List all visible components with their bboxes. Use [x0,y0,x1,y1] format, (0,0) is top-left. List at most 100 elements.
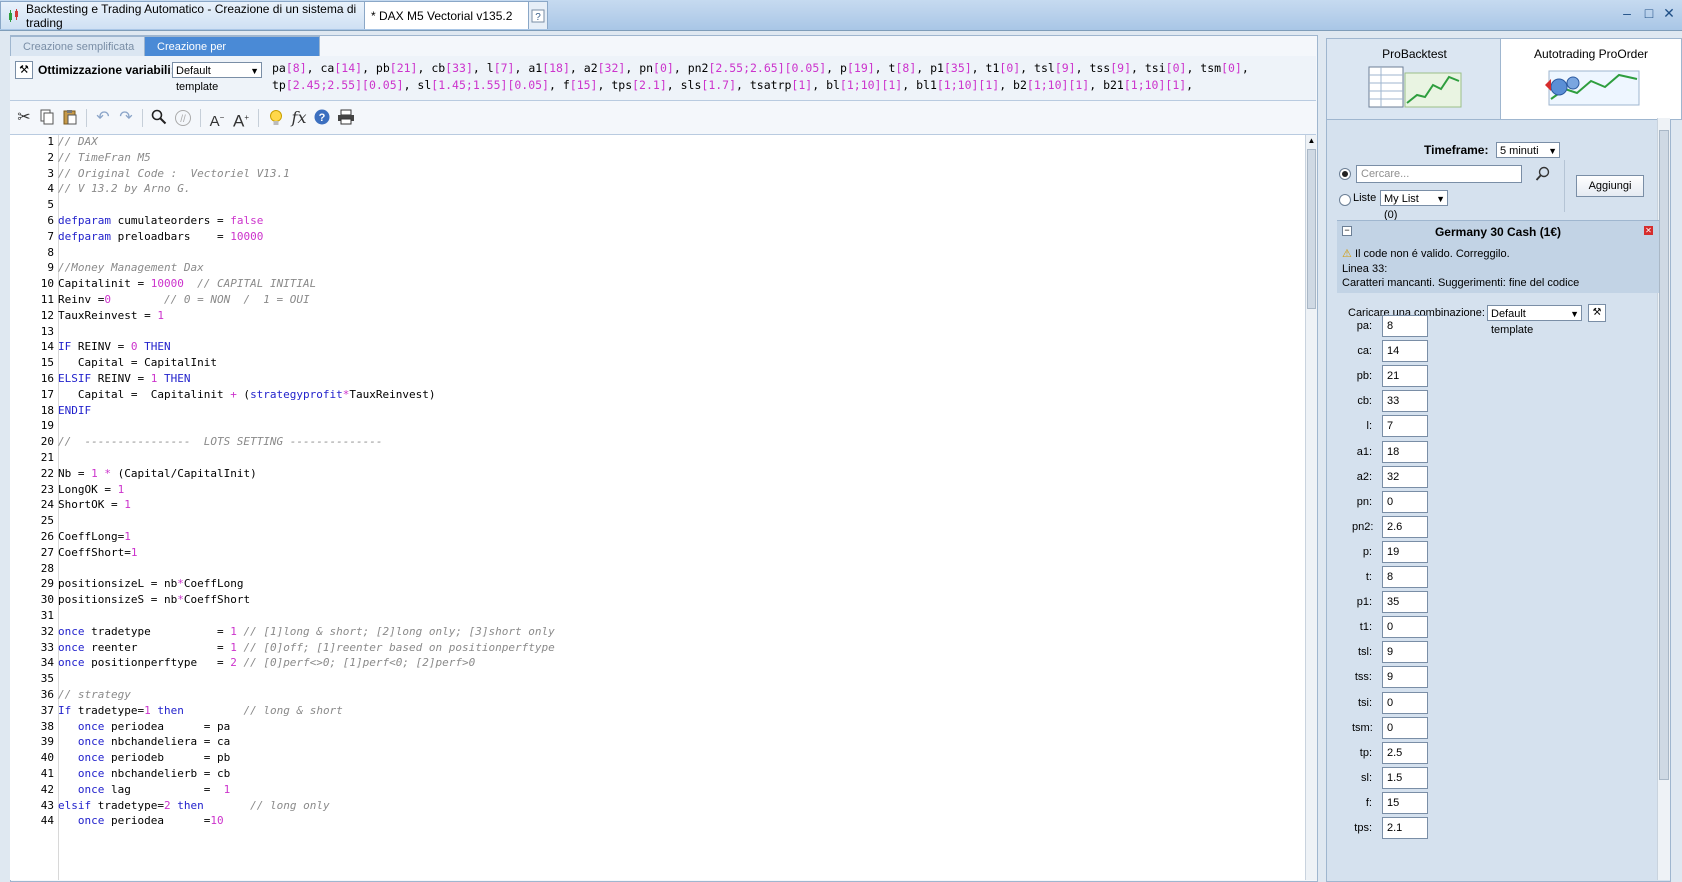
param-value-input[interactable]: 0 [1382,716,1428,739]
param-value-input[interactable]: 9 [1382,666,1428,689]
code-line[interactable]: defparam preloadbars = 10000 [58,230,263,243]
param-value-input[interactable]: 7 [1382,415,1428,438]
font-increase-icon[interactable]: A+ [232,109,250,130]
code-line[interactable]: positionsizeS = nb*CoeffShort [58,593,250,606]
code-line[interactable]: Reinv =0 // 0 = NON / 1 = OUI [58,293,310,306]
code-line[interactable]: // V 13.2 by Arno G. [58,182,190,195]
print-icon[interactable] [337,109,355,127]
remove-instrument-icon[interactable]: ✕ [1644,226,1653,235]
code-line[interactable]: once positionperftype = 2 // [0]perf<>0;… [58,656,475,669]
code-line[interactable]: once reenter = 1 // [0]off; [1]reenter b… [58,641,555,654]
code-line[interactable]: // ---------------- LOTS SETTING -------… [58,435,383,448]
code-line[interactable]: ELSIF REINV = 1 THEN [58,372,190,385]
tab-programming-creation[interactable]: Creazione per programmazione [144,36,320,73]
code-line[interactable]: once lag = 1 [58,783,230,796]
timeframe-select[interactable]: 5 minuti ▼ [1496,142,1560,158]
tab-autotrading-proorder[interactable]: Autotrading ProOrder [1500,38,1682,120]
code-line[interactable]: LongOK = 1 [58,483,124,496]
param-value-input[interactable]: 0 [1382,691,1428,714]
window-tab-dax-strategy[interactable]: * DAX M5 Vectorial v135.2 [364,1,538,29]
code-line[interactable]: // strategy [58,688,131,701]
code-line[interactable]: once nbchandeliera = ca [58,735,230,748]
param-value-input[interactable]: 8 [1382,315,1428,337]
redo-icon[interactable]: ↷ [117,109,135,127]
scroll-up-icon[interactable]: ▲ [1307,135,1316,147]
paste-icon[interactable] [61,109,79,127]
comment-icon[interactable]: // [174,109,192,127]
close-icon[interactable]: ✕ [1662,6,1676,20]
search-icon[interactable] [1535,166,1551,182]
code-line[interactable]: Capital = CapitalInit [58,356,217,369]
code-line[interactable]: positionsizeL = nb*CoeffLong [58,577,243,590]
maximize-icon[interactable]: □ [1642,6,1656,20]
list-select[interactable]: My List (0) ▼ [1380,190,1448,221]
code-line[interactable]: once periodea =10 [58,814,224,827]
param-value-input[interactable]: 35 [1382,591,1428,614]
new-tab-help-icon[interactable]: ? [528,1,548,29]
code-editor[interactable]: 1 2 3 4 5 6 7 8 9 10 11 12 13 14 15 16 17 18 19 20 21 22 23 24 2… [10,135,1305,880]
search-input[interactable]: Cercare... [1356,165,1522,183]
cut-icon[interactable]: ✂ [15,109,33,127]
code-line[interactable]: ShortOK = 1 [58,498,131,511]
param-value-input[interactable]: 18 [1382,440,1428,463]
code-token: 1 [157,308,164,322]
editor-scroll-thumb[interactable] [1307,149,1316,309]
copy-icon[interactable] [38,109,56,127]
wrench-icon[interactable]: ⚒ [1588,304,1606,322]
font-decrease-icon[interactable]: A− [208,109,226,130]
add-button[interactable]: Aggiungi [1576,175,1644,197]
code-line[interactable]: CoeffShort=1 [58,546,137,559]
param-value-input[interactable]: 21 [1382,365,1428,388]
param-value-input[interactable]: 15 [1382,791,1428,814]
tab-probacktest[interactable]: ProBacktest [1326,38,1503,120]
code-line[interactable]: // DAX [58,135,98,148]
editor-scrollbar[interactable]: ▲ [1305,135,1317,880]
variable-name: tsm [1200,61,1222,75]
wrench-icon[interactable]: ⚒ [15,61,33,79]
param-value-input[interactable]: 33 [1382,390,1428,413]
bulb-icon[interactable] [267,109,285,127]
help-icon[interactable]: ? [313,109,331,127]
code-line[interactable]: elsif tradetype=2 then // long only [58,799,330,812]
param-value-input[interactable]: 14 [1382,340,1428,363]
code-line[interactable]: //Money Management Dax [58,261,204,274]
function-icon[interactable]: 𝑓x [290,109,308,127]
minimize-icon[interactable]: – [1620,6,1634,20]
param-value-input[interactable]: 2.1 [1382,817,1428,839]
code-line[interactable]: Capitalinit = 10000 // CAPITAL INITIAL [58,277,316,290]
param-value-input[interactable]: 1.5 [1382,766,1428,789]
param-value-input[interactable]: 32 [1382,465,1428,488]
code-line[interactable]: once periodea = pa [58,720,230,733]
param-value-input[interactable]: 0 [1382,616,1428,639]
tab-simplified-creation[interactable]: Creazione semplificata [10,36,153,57]
search-icon[interactable] [150,109,168,127]
code-line[interactable]: Capital = Capitalinit + (strategyprofit*… [58,388,436,401]
window-tab-backtesting[interactable]: Backtesting e Trading Automatico - Creaz… [0,1,370,30]
param-value-input[interactable]: 9 [1382,641,1428,664]
code-line[interactable]: once nbchandelierb = cb [58,767,230,780]
param-value-input[interactable]: 8 [1382,566,1428,588]
code-line[interactable]: CoeffLong=1 [58,530,131,543]
code-line[interactable]: TauxReinvest = 1 [58,309,164,322]
code-line[interactable]: once periodeb = pb [58,751,230,764]
list-radio[interactable] [1339,194,1351,206]
code-line[interactable]: ENDIF [58,404,91,417]
code-line[interactable]: Nb = 1 * (Capital/CapitalInit) [58,467,257,480]
code-line[interactable]: // TimeFran M5 [58,151,151,164]
optimization-variables[interactable]: pa[8], ca[14], pb[21], cb[33], l[7], a1[… [272,60,1312,94]
param-value-input[interactable]: 19 [1382,540,1428,563]
code-line[interactable]: once tradetype = 1 // [1]long & short; [… [58,625,555,638]
code-line[interactable]: defparam cumulateorders = false [58,214,263,227]
combination-select[interactable]: Default template ▼ [1487,305,1582,336]
param-value-input[interactable]: 0 [1382,490,1428,513]
undo-icon[interactable]: ↶ [94,109,112,127]
code-line[interactable]: IF REINV = 0 THEN [58,340,171,353]
param-value-input[interactable]: 2.6 [1382,515,1428,538]
param-value-input[interactable]: 2.5 [1382,741,1428,764]
code-line[interactable]: // Original Code : Vectoriel V13.1 [58,167,290,180]
code-line[interactable]: If tradetype=1 then // long & short [58,704,343,717]
search-radio[interactable] [1339,168,1351,180]
optimization-template-select[interactable]: Default template ▼ [172,62,262,93]
right-panel-scroll-thumb[interactable] [1659,130,1669,780]
